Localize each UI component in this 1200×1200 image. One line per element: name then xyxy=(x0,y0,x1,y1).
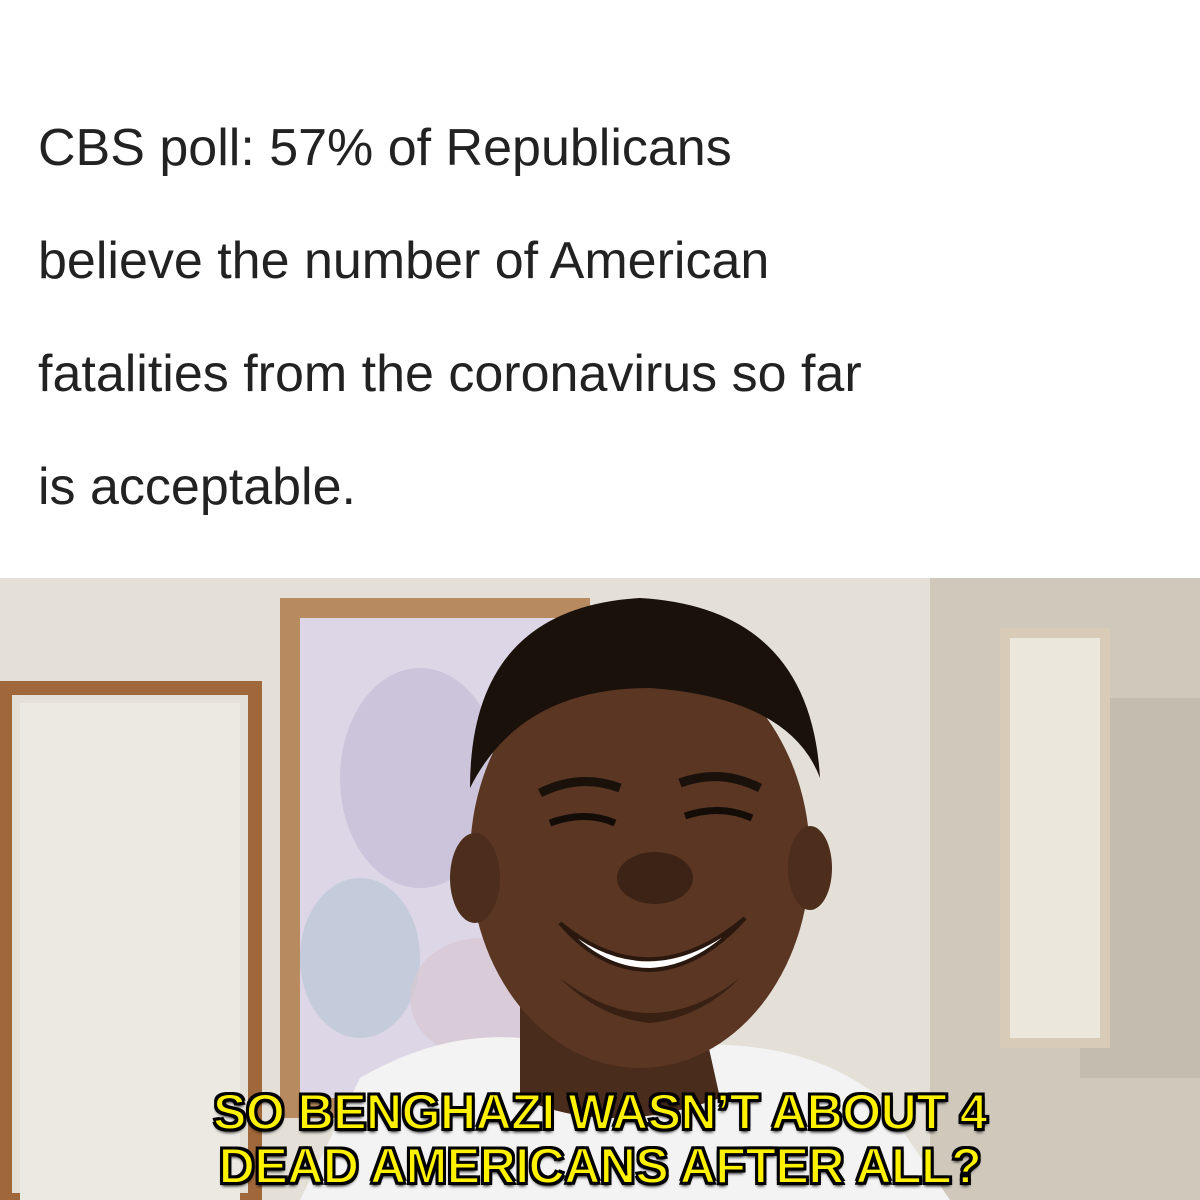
headline-line-4: is acceptable. xyxy=(38,458,356,516)
headline-line-2: believe the number of American xyxy=(38,232,770,290)
meme-caption: SO BENGHAZI WASN’T ABOUT 4 DEAD AMERICAN… xyxy=(0,1084,1200,1194)
meme-photo: SO BENGHAZI WASN’T ABOUT 4 DEAD AMERICAN… xyxy=(0,578,1200,1200)
headline-text: CBS poll: 57% of Republicans believe the… xyxy=(38,92,1168,544)
caption-line-2: DEAD AMERICANS AFTER ALL? xyxy=(218,1138,983,1194)
headline-line-1: CBS poll: 57% of Republicans xyxy=(38,119,732,177)
caption-line-1: SO BENGHAZI WASN’T ABOUT 4 xyxy=(212,1084,989,1140)
headline-line-3: fatalities from the coronavirus so far xyxy=(38,345,862,403)
